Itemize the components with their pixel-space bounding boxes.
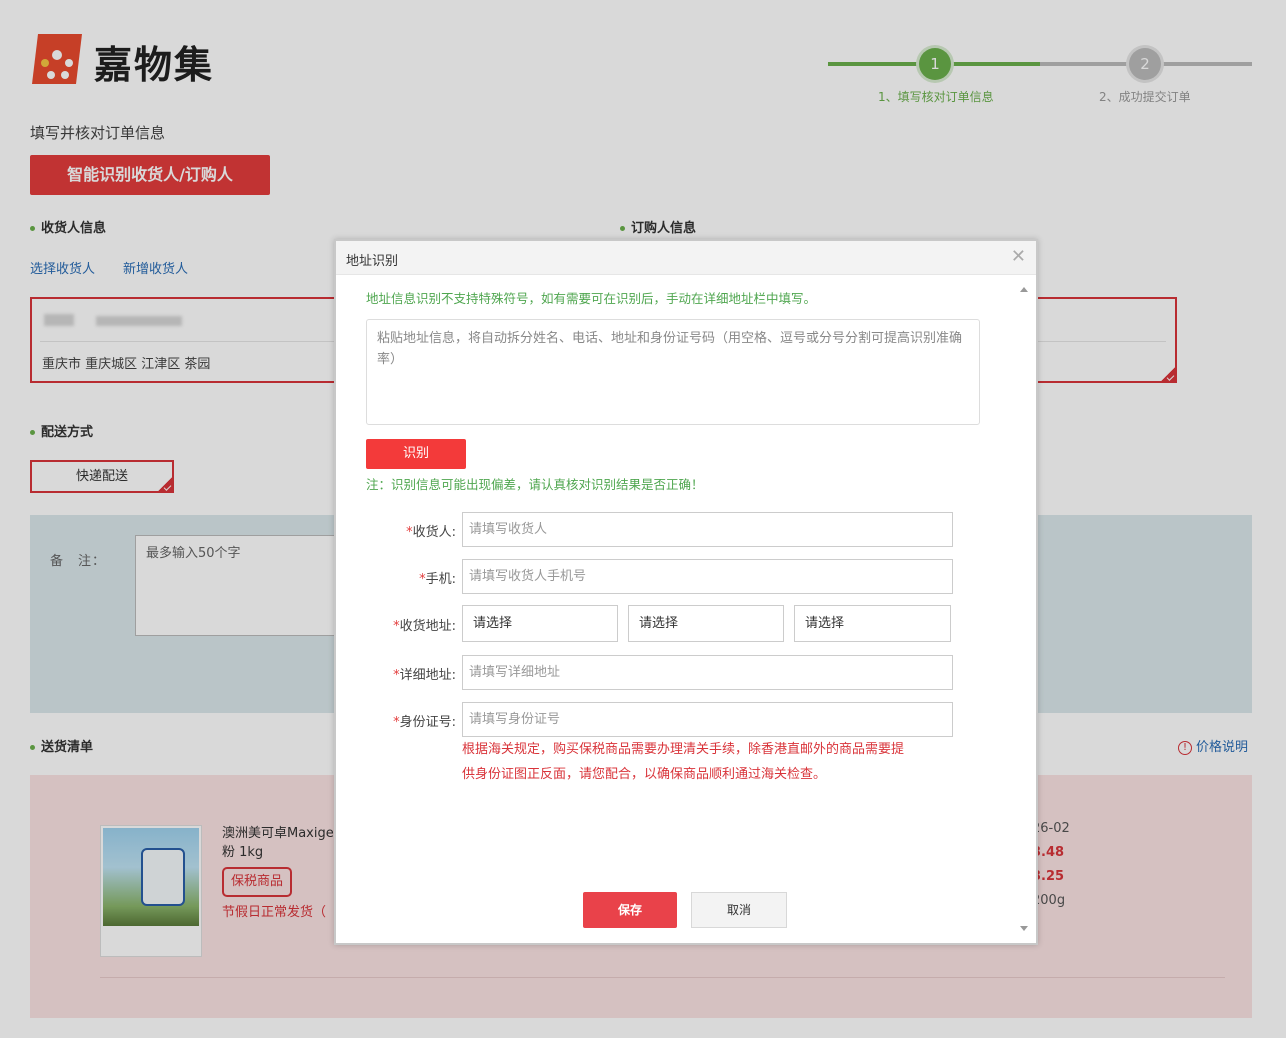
recognition-warning: 注：识别信息可能出现偏差，请认真核对识别结果是否正确！ (366, 477, 704, 492)
recognition-hint: 地址信息识别不支持特殊符号，如有需要可在识别后，手动在详细地址栏中填写。 (366, 291, 817, 306)
save-button[interactable]: 保存 (583, 892, 677, 928)
id-number-input[interactable]: 请填写身份证号 (462, 702, 953, 737)
address-recognition-dialog: 地址识别 ✕ 地址信息识别不支持特殊符号，如有需要可在识别后，手动在详细地址栏中… (334, 239, 1038, 945)
region-label: *收货地址: (393, 619, 456, 634)
consignee-name-input[interactable]: 请填写收货人 (462, 512, 953, 547)
dialog-title: 地址识别 (346, 254, 399, 269)
scroll-up-arrow-icon[interactable] (1020, 287, 1028, 292)
customs-note-line2: 供身份证图正反面，请您配合，以确保商品顺利通过海关检查。 (462, 767, 827, 782)
detail-address-label: *详细地址: (393, 668, 456, 683)
dialog-header: 地址识别 ✕ (336, 241, 1036, 275)
paste-address-textarea[interactable]: 粘贴地址信息，将自动拆分姓名、电话、地址和身份证号码（用空格、逗号或分号分割可提… (366, 319, 980, 425)
scroll-down-arrow-icon[interactable] (1020, 926, 1028, 931)
phone-input[interactable]: 请填写收货人手机号 (462, 559, 953, 594)
recognize-button[interactable]: 识别 (366, 439, 466, 469)
close-icon[interactable]: ✕ (1011, 247, 1026, 267)
order-page: 嘉物集 1 2 1、填写核对订单信息 2、成功提交订单 填写并核对订单信息 智能… (0, 0, 1286, 1038)
dialog-scrollbar[interactable] (1018, 285, 1030, 933)
paste-placeholder: 粘贴地址信息，将自动拆分姓名、电话、地址和身份证号码（用空格、逗号或分号分割可提… (377, 331, 963, 367)
cancel-button[interactable]: 取消 (691, 892, 787, 928)
city-select[interactable]: 请选择 (628, 605, 784, 642)
district-select[interactable]: 请选择 (794, 605, 951, 642)
id-number-label: *身份证号: (393, 715, 456, 730)
customs-note-line1: 根据海关规定，购买保税商品需要办理清关手续，除香港直邮外的商品需要提 (462, 742, 905, 757)
phone-label: *手机: (419, 572, 456, 587)
province-select[interactable]: 请选择 (462, 605, 618, 642)
consignee-name-label: *收货人: (406, 525, 456, 540)
detail-address-input[interactable]: 请填写详细地址 (462, 655, 953, 690)
